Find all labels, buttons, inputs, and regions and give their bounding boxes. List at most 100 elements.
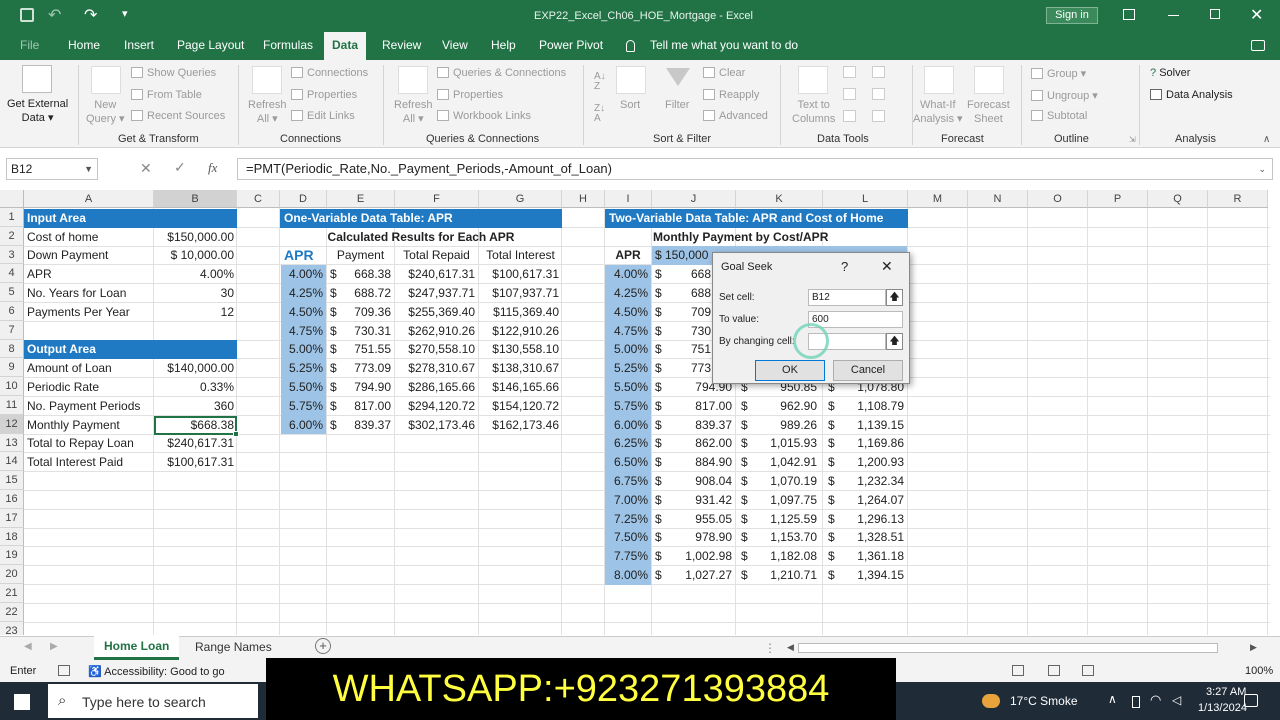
- by-changing-collapse-icon[interactable]: 🡅: [886, 333, 903, 350]
- table1-apr[interactable]: 5.50%: [281, 378, 326, 397]
- expand-formula-bar-icon[interactable]: ⌄: [1258, 159, 1266, 179]
- what-if-analysis-button[interactable]: What-If Analysis ▾: [913, 98, 963, 126]
- page-layout-view-icon[interactable]: [1048, 665, 1060, 676]
- fill-handle[interactable]: [233, 431, 239, 437]
- row-header-10[interactable]: 10: [0, 377, 24, 396]
- text-to-columns-button[interactable]: Text to Columns: [792, 98, 835, 126]
- cancel-button[interactable]: Cancel: [833, 360, 903, 381]
- row-header-4[interactable]: 4: [0, 264, 24, 284]
- table2-value-j[interactable]: 862.00: [664, 434, 735, 453]
- table1-total-interest[interactable]: $130,558.10: [479, 340, 562, 359]
- table2-value-j[interactable]: 1,002.98: [664, 547, 735, 566]
- input-value[interactable]: 30: [154, 284, 237, 303]
- filter-button[interactable]: Filter: [665, 99, 689, 111]
- sheet-options-icon[interactable]: ⋮: [764, 641, 776, 655]
- table2-value-j[interactable]: 730: [664, 322, 714, 341]
- table1-total-interest[interactable]: $138,310.67: [479, 359, 562, 378]
- table1-payment[interactable]: 773.09: [338, 359, 394, 378]
- row-header-21[interactable]: 21: [0, 584, 24, 603]
- table1-payment[interactable]: 839.37: [338, 416, 394, 435]
- tell-me-input[interactable]: Tell me what you want to do: [650, 38, 798, 52]
- table2-apr[interactable]: 4.50%: [605, 303, 651, 322]
- row-header-22[interactable]: 22: [0, 602, 24, 622]
- table1-apr[interactable]: 5.25%: [281, 359, 326, 378]
- row-header-23[interactable]: 23: [0, 621, 24, 635]
- table1-payment[interactable]: 709.36: [338, 303, 394, 322]
- row-header-13[interactable]: 13: [0, 433, 24, 453]
- table1-total-repaid[interactable]: $278,310.67: [395, 359, 478, 378]
- ribbon-display-icon[interactable]: [1123, 9, 1135, 20]
- table1-payment[interactable]: 817.00: [338, 397, 394, 416]
- row-header-6[interactable]: 6: [0, 302, 24, 321]
- table2-title[interactable]: Two-Variable Data Table: APR and Cost of…: [606, 209, 906, 228]
- table1-total-repaid[interactable]: $270,558.10: [395, 340, 478, 359]
- output-label[interactable]: Monthly Payment: [24, 416, 154, 435]
- table2-apr[interactable]: 7.75%: [605, 547, 651, 566]
- table1-payment[interactable]: 751.55: [338, 340, 394, 359]
- subtotal-button[interactable]: Subtotal: [1031, 110, 1087, 122]
- table1-total-interest[interactable]: $162,173.46: [479, 416, 562, 435]
- active-cell-b12[interactable]: [154, 415, 237, 436]
- row-header-1[interactable]: 1: [0, 208, 24, 227]
- column-header-q[interactable]: Q: [1148, 190, 1208, 208]
- table2-value-l[interactable]: 1,169.86: [837, 434, 907, 453]
- table2-apr[interactable]: 6.75%: [605, 472, 651, 491]
- close-window-icon[interactable]: ✕: [1250, 5, 1263, 25]
- input-label[interactable]: Cost of home: [24, 228, 154, 247]
- table1-apr[interactable]: 4.25%: [281, 284, 326, 303]
- connections-button[interactable]: Connections: [291, 67, 368, 79]
- sort-az-icon[interactable]: A↓ Z: [594, 72, 606, 92]
- edit-links-button[interactable]: Edit Links: [291, 110, 355, 122]
- scroll-sheets-left-icon[interactable]: ◀: [24, 641, 32, 652]
- tab-insert[interactable]: Insert: [124, 38, 154, 52]
- tab-review[interactable]: Review: [382, 38, 421, 52]
- workbook-links-button[interactable]: Workbook Links: [437, 110, 531, 122]
- table2-apr[interactable]: 6.00%: [605, 416, 651, 435]
- recent-sources-button[interactable]: Recent Sources: [131, 110, 225, 122]
- horizontal-scrollbar[interactable]: [798, 643, 1218, 653]
- table2-value-j[interactable]: 908.04: [664, 472, 735, 491]
- table2-value-j[interactable]: 773: [664, 359, 714, 378]
- row-header-15[interactable]: 15: [0, 471, 24, 490]
- show-queries-button[interactable]: Show Queries: [131, 67, 216, 79]
- table1-payment[interactable]: 688.72: [338, 284, 394, 303]
- name-box-dropdown-icon[interactable]: ▼: [84, 159, 93, 179]
- taskbar-search-box[interactable]: ⌕ Type here to search: [48, 684, 258, 718]
- column-header-p[interactable]: P: [1088, 190, 1148, 208]
- row-header-20[interactable]: 20: [0, 565, 24, 584]
- column-header-o[interactable]: O: [1028, 190, 1088, 208]
- table1-total-interest[interactable]: $154,120.72: [479, 397, 562, 416]
- sheet-tab-home-loan[interactable]: Home Loan: [94, 636, 180, 660]
- column-header-l[interactable]: L: [823, 190, 908, 208]
- table1-total-interest[interactable]: $146,165.66: [479, 378, 562, 397]
- table2-value-j[interactable]: 1,027.27: [664, 566, 735, 585]
- table2-value-j[interactable]: 978.90: [664, 528, 735, 547]
- table2-value-j[interactable]: 931.42: [664, 491, 735, 510]
- table2-value-l[interactable]: 1,361.18: [837, 547, 907, 566]
- input-value[interactable]: $ 10,000.00: [154, 246, 237, 265]
- save-icon[interactable]: [20, 8, 34, 22]
- row-header-3[interactable]: 3: [0, 245, 24, 265]
- table2-value-k[interactable]: 1,097.75: [750, 491, 820, 510]
- remove-duplicates-icon[interactable]: [843, 88, 856, 100]
- table2-apr[interactable]: 7.00%: [605, 491, 651, 510]
- worksheet-grid[interactable]: ABCDEFGHIJKLMNOPQR 1 2 3 4 5 6 7 8 9 10 11 12 13 14 15…: [0, 190, 1270, 635]
- row-header-12[interactable]: 12: [0, 414, 24, 434]
- manage-data-model-icon[interactable]: [872, 110, 885, 122]
- table2-value-k[interactable]: 989.26: [750, 416, 820, 435]
- close-icon[interactable]: ✕: [881, 258, 893, 275]
- table1-apr[interactable]: 6.00%: [281, 416, 326, 435]
- table1-interest-header[interactable]: Total Interest: [479, 246, 562, 265]
- refresh-all-button[interactable]: Refresh All ▾: [248, 98, 287, 126]
- minimize-icon[interactable]: [1168, 15, 1179, 16]
- table1-apr[interactable]: 4.00%: [281, 265, 326, 284]
- get-external-data-button[interactable]: Get External Data ▾: [7, 97, 68, 125]
- row-header-2[interactable]: 2: [0, 226, 24, 246]
- input-label[interactable]: Payments Per Year: [24, 303, 154, 322]
- column-header-i[interactable]: I: [605, 190, 652, 208]
- row-header-14[interactable]: 14: [0, 452, 24, 472]
- input-label[interactable]: No. Years for Loan: [24, 284, 154, 303]
- table1-payment[interactable]: 794.90: [338, 378, 394, 397]
- table1-total-interest[interactable]: $115,369.40: [479, 303, 562, 322]
- outline-dialog-launcher-icon[interactable]: ⇲: [1129, 135, 1136, 144]
